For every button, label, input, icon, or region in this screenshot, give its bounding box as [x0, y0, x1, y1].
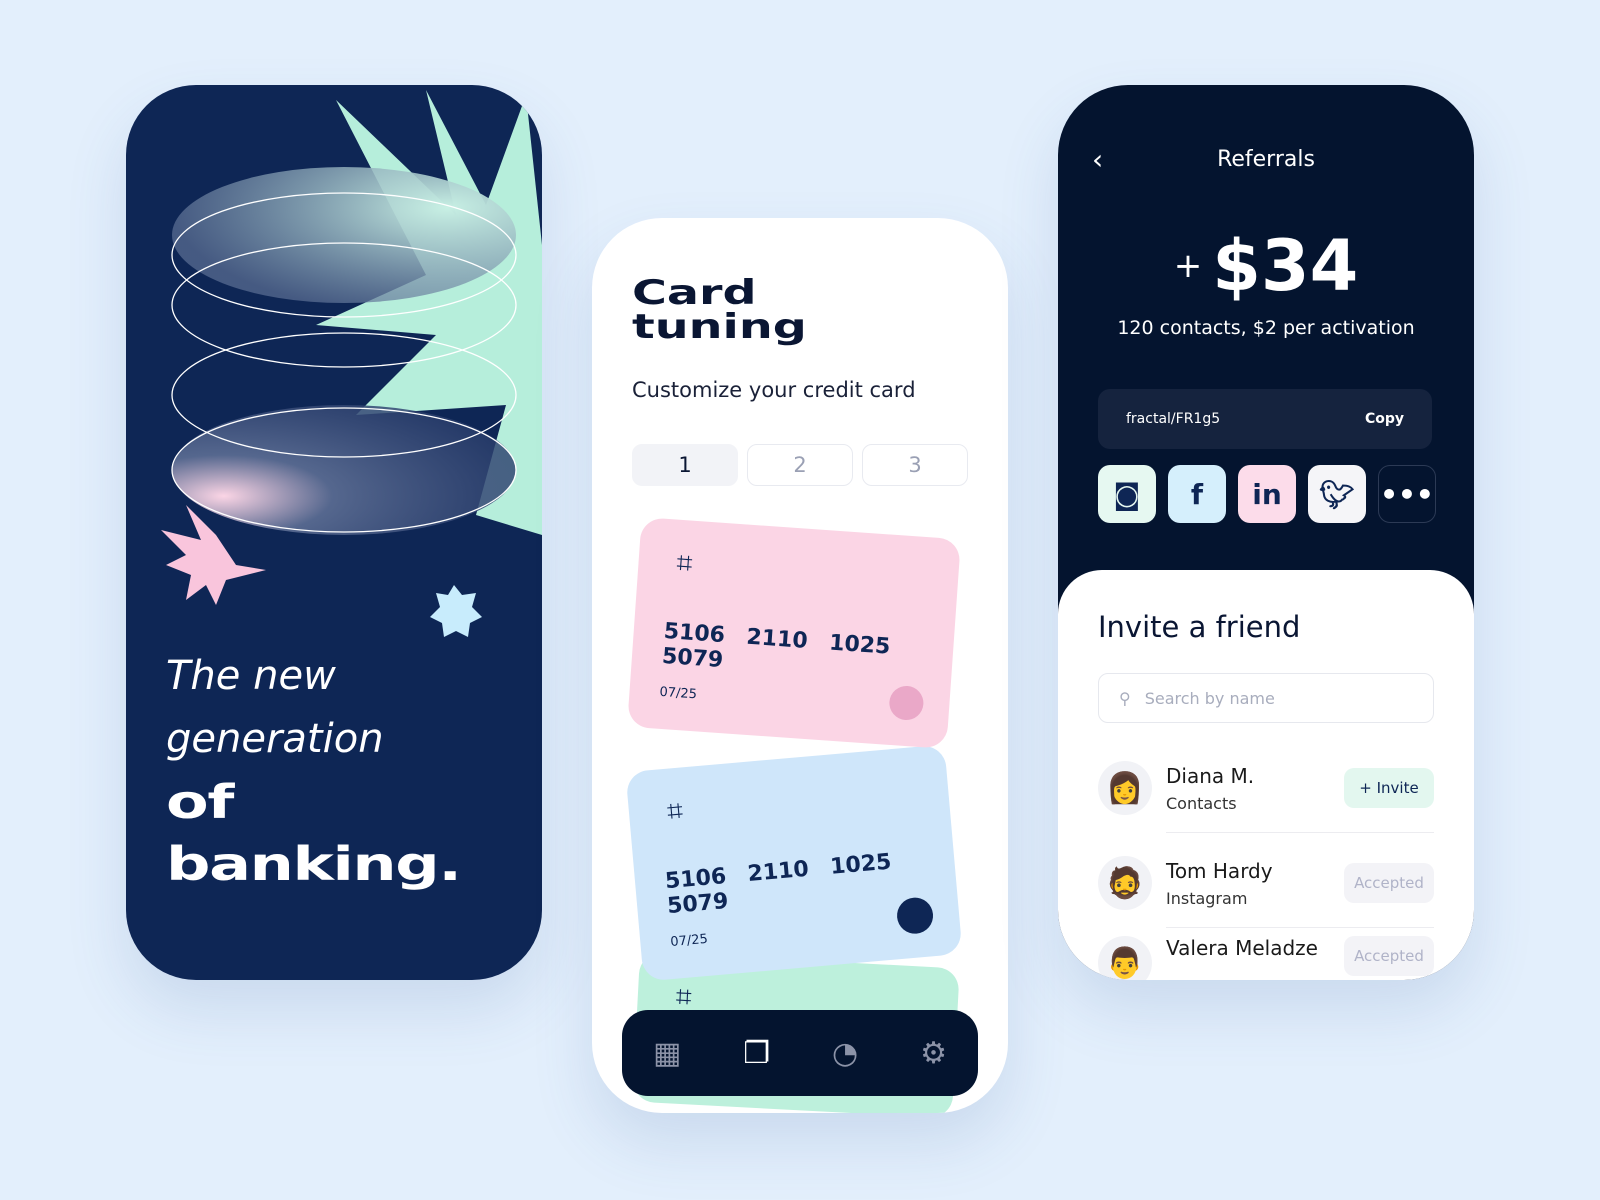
hero-line-4: banking.: [166, 837, 462, 891]
avatar: 👩: [1098, 761, 1152, 815]
avatar: 👨: [1098, 936, 1152, 980]
onboarding-screen: The new generation of banking.: [126, 85, 542, 980]
referrals-screen: ‹ Referrals + $34 120 contacts, $2 per ac…: [1058, 85, 1474, 980]
friend-name: Diana M.: [1166, 763, 1255, 788]
divider: [1166, 927, 1434, 928]
friend-name: Valera Meladze: [1166, 936, 1318, 960]
credit-card-blue[interactable]: ⌗ 5106 2110 1025 5079 07/25: [625, 744, 963, 982]
more-icon: •••: [1380, 477, 1434, 511]
invite-sheet: Invite a friend ⚲ 👩 Diana M. Contacts + Inv…: [1058, 570, 1474, 980]
card-tuning-screen: Card tuning Customize your credit card 1 …: [592, 218, 1008, 1113]
divider: [1166, 832, 1434, 833]
grid-icon[interactable]: ▦: [653, 1036, 681, 1071]
step-1-tab[interactable]: 1: [632, 444, 738, 486]
referral-code-box: fractal/FR1g5 Copy: [1098, 389, 1432, 449]
referral-amount: $34: [1212, 225, 1359, 307]
instagram-button[interactable]: ◙: [1098, 465, 1156, 523]
step-2-tab[interactable]: 2: [747, 444, 853, 486]
facebook-button[interactable]: f: [1168, 465, 1226, 523]
card-logo-icon: [888, 684, 925, 722]
list-item: 👨 Valera Meladze Accepted: [1098, 932, 1434, 980]
referral-code: fractal/FR1g5: [1126, 411, 1221, 427]
plus-sign: +: [1173, 246, 1203, 286]
twitter-button[interactable]: 🐦︎: [1308, 465, 1366, 523]
invite-title: Invite a friend: [1098, 610, 1301, 644]
referral-description: 120 contacts, $2 per activation: [1117, 317, 1415, 339]
subtitle: Customize your credit card: [632, 378, 916, 402]
chip-icon: ⌗: [675, 545, 694, 580]
card-expiry: 07/25: [659, 684, 698, 703]
bottom-nav: ▦ ❐ ◔ ⚙: [622, 1010, 978, 1096]
list-item: 👩 Diana M. Contacts + Invite: [1098, 742, 1434, 834]
hero-line-3: of: [166, 775, 234, 829]
credit-card-pink[interactable]: ⌗ 5106 2110 1025 5079 07/25: [627, 517, 961, 749]
linkedin-icon: in: [1252, 477, 1282, 511]
card-logo-icon: [895, 896, 935, 936]
instagram-icon: ◙: [1113, 477, 1141, 511]
list-item: 🧔 Tom Hardy Instagram Accepted: [1098, 837, 1434, 929]
friend-source: Contacts: [1166, 793, 1237, 813]
search-input[interactable]: [1144, 688, 1385, 708]
search-field[interactable]: ⚲: [1098, 673, 1434, 723]
card-expiry: 07/25: [669, 931, 709, 951]
gear-icon[interactable]: ⚙: [920, 1036, 947, 1071]
page-title: Referrals: [1217, 147, 1315, 172]
twitter-icon: 🐦︎: [1319, 477, 1355, 511]
chip-icon: ⌗: [665, 793, 685, 828]
avatar: 🧔: [1098, 856, 1152, 910]
hero-illustration: [161, 90, 542, 637]
step-3-tab[interactable]: 3: [862, 444, 968, 486]
hero-line-1: The new: [166, 653, 336, 699]
copy-button[interactable]: Copy: [1365, 411, 1404, 427]
page-title: Card tuning: [632, 273, 807, 347]
accepted-badge: Accepted: [1344, 936, 1434, 976]
search-icon: ⚲: [1119, 688, 1131, 708]
cards-icon[interactable]: ❐: [743, 1036, 770, 1071]
pie-chart-icon[interactable]: ◔: [832, 1036, 858, 1071]
card-number: 5106 2110 1025 5079: [661, 618, 892, 674]
more-button[interactable]: •••: [1378, 465, 1436, 523]
friend-source: Instagram: [1166, 888, 1248, 908]
linkedin-button[interactable]: in: [1238, 465, 1296, 523]
invite-button[interactable]: + Invite: [1344, 768, 1434, 808]
accepted-badge: Accepted: [1344, 863, 1434, 903]
friend-name: Tom Hardy: [1166, 858, 1273, 883]
hero-line-2: generation: [166, 716, 384, 762]
facebook-icon: f: [1190, 477, 1204, 511]
